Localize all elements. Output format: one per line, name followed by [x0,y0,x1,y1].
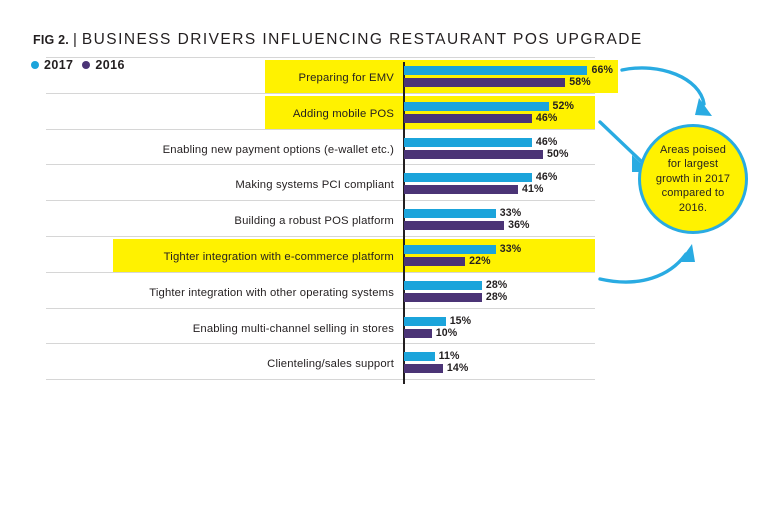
bar-2017[interactable] [404,209,496,219]
category-label: Adding mobile POS [292,107,394,120]
bar-2017[interactable] [404,137,532,147]
bar-2016[interactable] [404,221,505,231]
bar-2017[interactable] [404,352,435,362]
bar-value-label: 33% [499,243,522,255]
bar-value-label: 11% [438,350,460,363]
title-text: BUSINESS DRIVERS INFLUENCING RESTAURANT … [81,31,643,48]
bar-value-label: 33% [499,207,522,220]
bar-value-label: 46% [535,171,558,184]
chart-row[interactable]: Clienteling/sales support 11% 14% [0,350,778,388]
bar-value-label: 41% [521,183,544,196]
bar-value-label: 58% [569,76,591,88]
plot-area: Preparing for EMV 66% 58% Adding mobile POS… [0,57,778,392]
bar-2016[interactable] [404,113,532,123]
bar-value-label: 36% [508,219,530,232]
chart-row[interactable]: Adding mobile POS 52% 46% [0,99,778,138]
chart-row[interactable]: Tighter integration with e-commerce plat… [0,243,778,281]
bar-value-label: 66% [591,64,613,76]
callout-text: Areas poised for largest growth in 2017 … [655,143,731,214]
bar-value-label: 46% [535,135,558,148]
bar-2016[interactable] [404,328,432,338]
bar-2017[interactable] [404,66,588,75]
page-title: FIG 2. | BUSINESS DRIVERS INFLUENCING RE… [33,31,643,49]
category-label: Making systems PCI compliant [235,179,394,192]
bar-value-label: 28% [485,278,508,291]
bar-2016[interactable] [404,185,518,195]
gridline [46,57,595,58]
bar-2016[interactable] [404,149,543,159]
chart-figure: FIG 2. | BUSINESS DRIVERS INFLUENCING RE… [0,0,778,509]
category-label: Preparing for EMV [298,72,394,84]
bar-value-label: 22% [469,255,491,267]
chart-row[interactable]: Preparing for EMV 66% 58% [0,64,778,102]
bar-2016[interactable] [404,78,566,87]
bar-value-label: 46% [535,111,558,124]
title-separator: | [72,31,77,48]
bar-value-label: 28% [485,290,508,303]
callout-bubble: Areas poised for largest growth in 2017 … [638,124,748,234]
bar-2017[interactable] [404,101,549,111]
bar-value-label: 14% [446,362,469,375]
bar-2016[interactable] [404,292,482,302]
bar-2017[interactable] [404,316,446,326]
bar-value-label: 15% [449,314,472,327]
category-label: Tighter integration with other operating… [149,286,394,299]
bar-2016[interactable] [404,364,443,374]
bar-2017[interactable] [404,245,496,254]
category-label: Building a robust POS platform [234,215,394,228]
figure-label: FIG 2. [33,33,69,47]
bar-2017[interactable] [404,280,482,290]
chart-row[interactable]: Tighter integration with other operating… [0,278,778,317]
bar-value-label: 10% [435,326,458,339]
bar-value-label: 50% [547,147,569,160]
bar-2016[interactable] [404,257,466,266]
category-label: Enabling new payment options (e-wallet e… [162,143,394,156]
category-label: Enabling multi-channel selling in stores [192,322,394,335]
bar-2017[interactable] [404,173,532,183]
chart-row[interactable]: Enabling multi-channel selling in stores… [0,314,778,353]
category-label: Clienteling/sales support [267,358,394,371]
bar-value-label: 52% [552,99,575,112]
category-label: Tighter integration with e-commerce plat… [163,251,394,263]
